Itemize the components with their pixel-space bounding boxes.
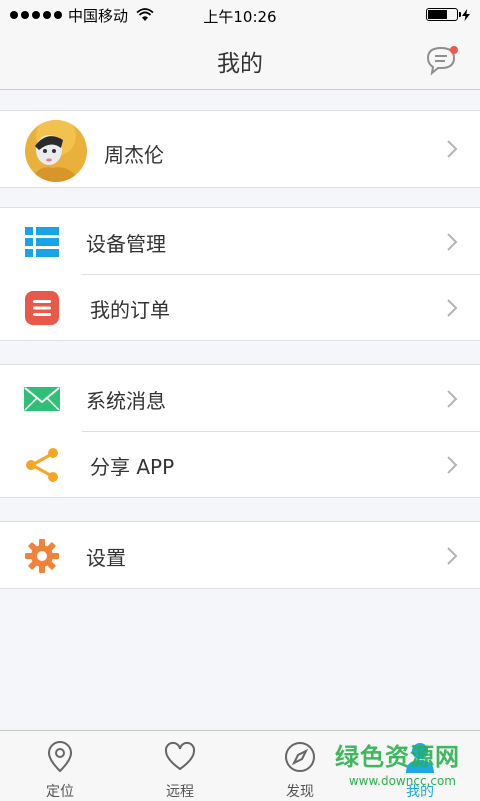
menu-group-settings: 设置 (0, 521, 480, 589)
menu-item-share-app[interactable]: 分享 APP (0, 431, 480, 497)
charging-icon (462, 8, 470, 21)
profile-section: 周杰伦 (0, 110, 480, 188)
tab-label: 发现 (286, 784, 314, 800)
menu-item-my-orders[interactable]: 我的订单 (0, 274, 480, 340)
compass-icon (285, 742, 315, 772)
tab-label: 定位 (46, 784, 74, 800)
notification-badge (450, 46, 458, 54)
menu-group-devices: 设备管理 我的订单 (0, 207, 480, 341)
menu-item-label: 系统消息 (86, 389, 166, 413)
list-icon (25, 227, 59, 257)
gear-icon (25, 539, 59, 573)
battery-indicator (426, 8, 470, 21)
battery-icon (426, 8, 461, 21)
chevron-right-icon (447, 233, 458, 251)
menu-item-device-management[interactable]: 设备管理 (0, 208, 480, 274)
tab-bar: 定位 远程 发现 我的 绿色资源网 www.downcc.com (0, 730, 480, 800)
menu-item-settings[interactable]: 设置 (0, 522, 480, 588)
menu-group-messages: 系统消息 分享 APP (0, 364, 480, 498)
location-pin-icon (47, 741, 73, 773)
chevron-right-icon (447, 456, 458, 474)
share-icon (26, 448, 58, 482)
page-title: 我的 (217, 51, 263, 77)
watermark-logo: 绿色资源网 (335, 743, 460, 771)
chevron-right-icon (447, 299, 458, 317)
status-bar: 中国移动 上午10:26 (0, 0, 480, 30)
status-time: 上午10:26 (203, 8, 277, 26)
tab-location[interactable]: 定位 (0, 731, 120, 800)
menu-item-label: 设置 (86, 546, 126, 570)
messages-button[interactable] (424, 44, 460, 76)
tab-remote[interactable]: 远程 (120, 731, 240, 800)
chevron-right-icon (447, 140, 458, 158)
profile-row[interactable]: 周杰伦 (0, 111, 480, 187)
profile-name: 周杰伦 (104, 143, 164, 167)
menu-icon (25, 291, 59, 325)
menu-item-label: 分享 APP (90, 455, 175, 479)
tab-label: 远程 (166, 784, 194, 800)
menu-item-label: 我的订单 (90, 298, 170, 322)
menu-item-label: 设备管理 (86, 232, 166, 256)
chevron-right-icon (447, 390, 458, 408)
avatar (25, 120, 87, 182)
envelope-icon (24, 387, 60, 411)
nav-bar: 我的 (0, 30, 480, 90)
heart-icon (164, 741, 196, 771)
menu-item-system-messages[interactable]: 系统消息 (0, 365, 480, 431)
chevron-right-icon (447, 547, 458, 565)
watermark-url: www.downcc.com (348, 774, 456, 788)
